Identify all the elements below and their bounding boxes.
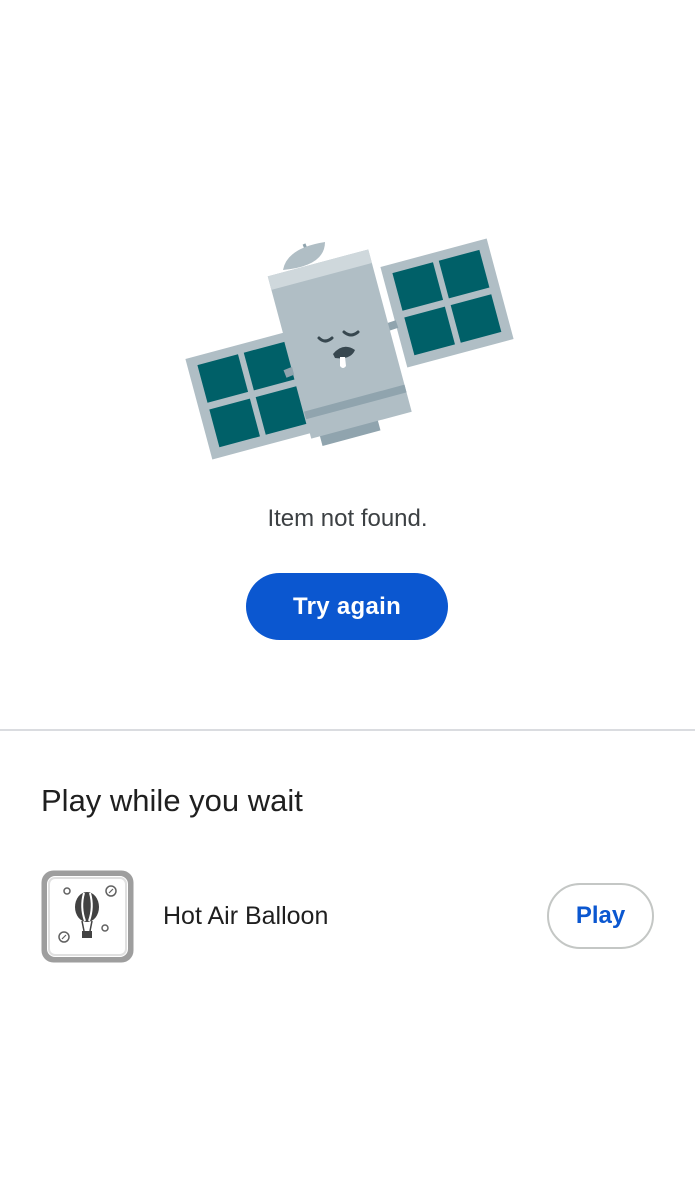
error-message: Item not found. [267, 505, 428, 532]
game-list-item[interactable]: Hot Air Balloon Play [0, 860, 695, 972]
error-panel: Item not found. Try again [0, 0, 695, 730]
right-solar-panel [380, 238, 514, 368]
try-again-button[interactable]: Try again [246, 573, 448, 640]
hot-air-balloon-icon [41, 870, 134, 963]
section-divider [0, 729, 695, 731]
play-button[interactable]: Play [547, 883, 654, 949]
section-title: Play while you wait [41, 783, 303, 818]
game-name: Hot Air Balloon [163, 902, 329, 930]
sleeping-satellite-illustration [185, 238, 514, 460]
